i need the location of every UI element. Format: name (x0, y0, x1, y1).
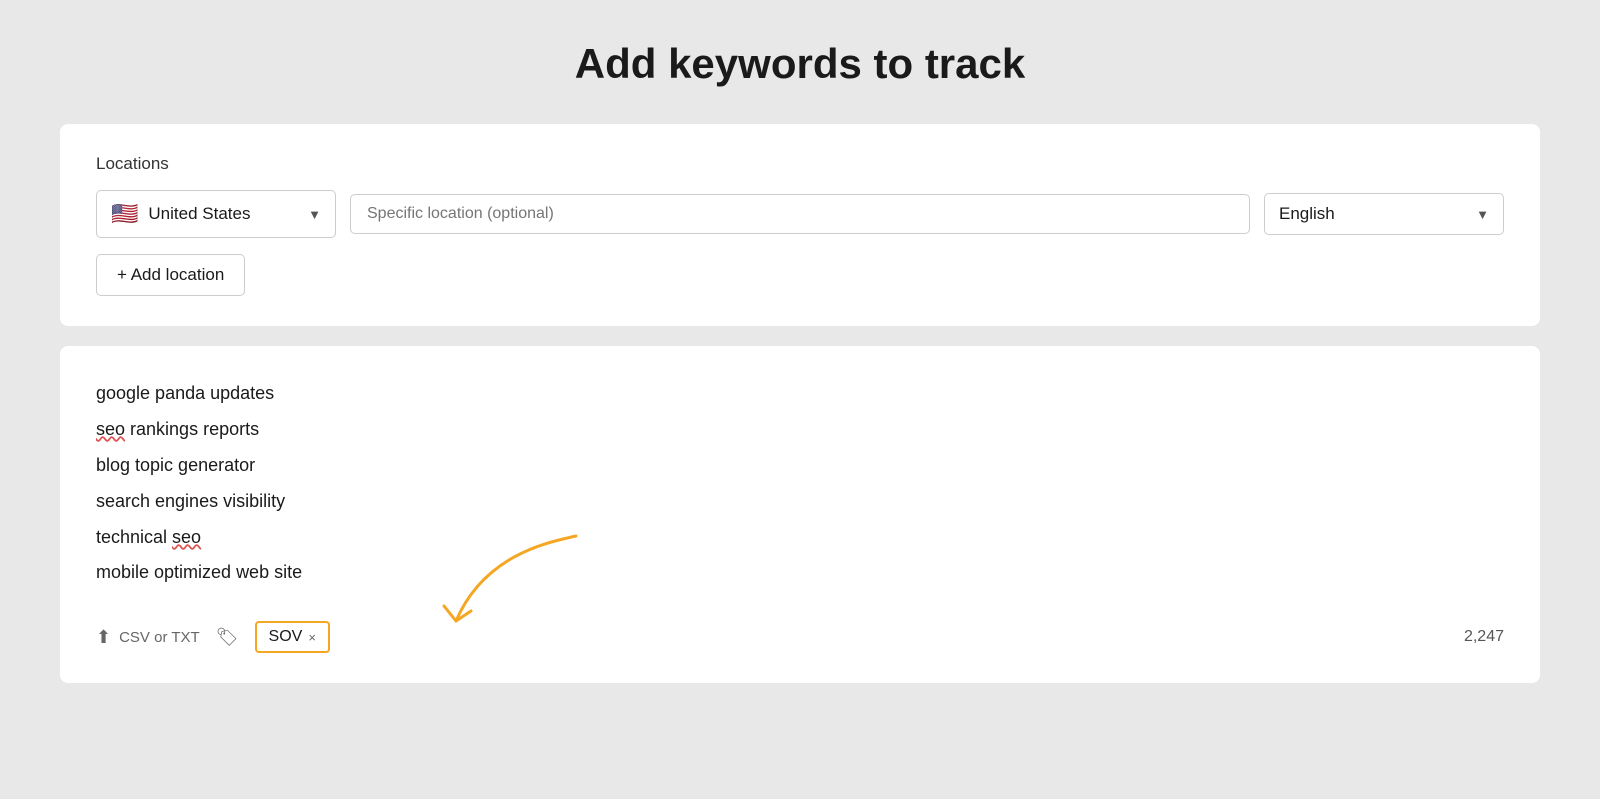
keyword-seo2: seo (172, 527, 201, 547)
keyword-seo: seo (96, 419, 125, 439)
country-select-inner: 🇺🇸 United States (111, 201, 250, 227)
keyword-count: 2,247 (1464, 628, 1504, 646)
keywords-card: google panda updates seo rankings report… (60, 346, 1540, 683)
language-select[interactable]: English ▼ (1264, 193, 1504, 235)
sov-tag[interactable]: SOV × (255, 621, 330, 653)
locations-row: 🇺🇸 United States ▼ English ▼ (96, 190, 1504, 238)
list-item: search engines visibility (96, 484, 1504, 520)
page-title: Add keywords to track (575, 40, 1025, 88)
language-name: English (1279, 204, 1335, 224)
country-name: United States (148, 204, 250, 224)
csv-label: CSV or TXT (119, 629, 200, 646)
language-chevron-icon: ▼ (1476, 207, 1489, 222)
country-select[interactable]: 🇺🇸 United States ▼ (96, 190, 336, 238)
sov-close-button[interactable]: × (308, 630, 316, 645)
sov-label: SOV (269, 628, 303, 646)
chevron-down-icon: ▼ (308, 207, 321, 222)
keywords-footer-wrapper: ⬆ CSV or TXT 🏷 SOV × 2,247 (96, 621, 1504, 653)
keywords-footer: ⬆ CSV or TXT 🏷 SOV × 2,247 (96, 621, 1504, 653)
csv-upload-button[interactable]: ⬆ CSV or TXT (96, 627, 200, 648)
locations-section-label: Locations (96, 154, 1504, 174)
upload-icon: ⬆ (96, 627, 111, 648)
specific-location-input[interactable] (350, 194, 1250, 234)
locations-card: Locations 🇺🇸 United States ▼ English ▼ +… (60, 124, 1540, 326)
add-location-button[interactable]: + Add location (96, 254, 245, 296)
list-item: technical seo (96, 520, 1504, 556)
country-flag: 🇺🇸 (111, 201, 138, 227)
tag-icon: 🏷 (216, 627, 239, 648)
list-item: mobile optimized web site (96, 555, 1504, 591)
list-item: blog topic generator (96, 448, 1504, 484)
keywords-list: google panda updates seo rankings report… (96, 376, 1504, 591)
list-item: seo rankings reports (96, 412, 1504, 448)
list-item: google panda updates (96, 376, 1504, 412)
